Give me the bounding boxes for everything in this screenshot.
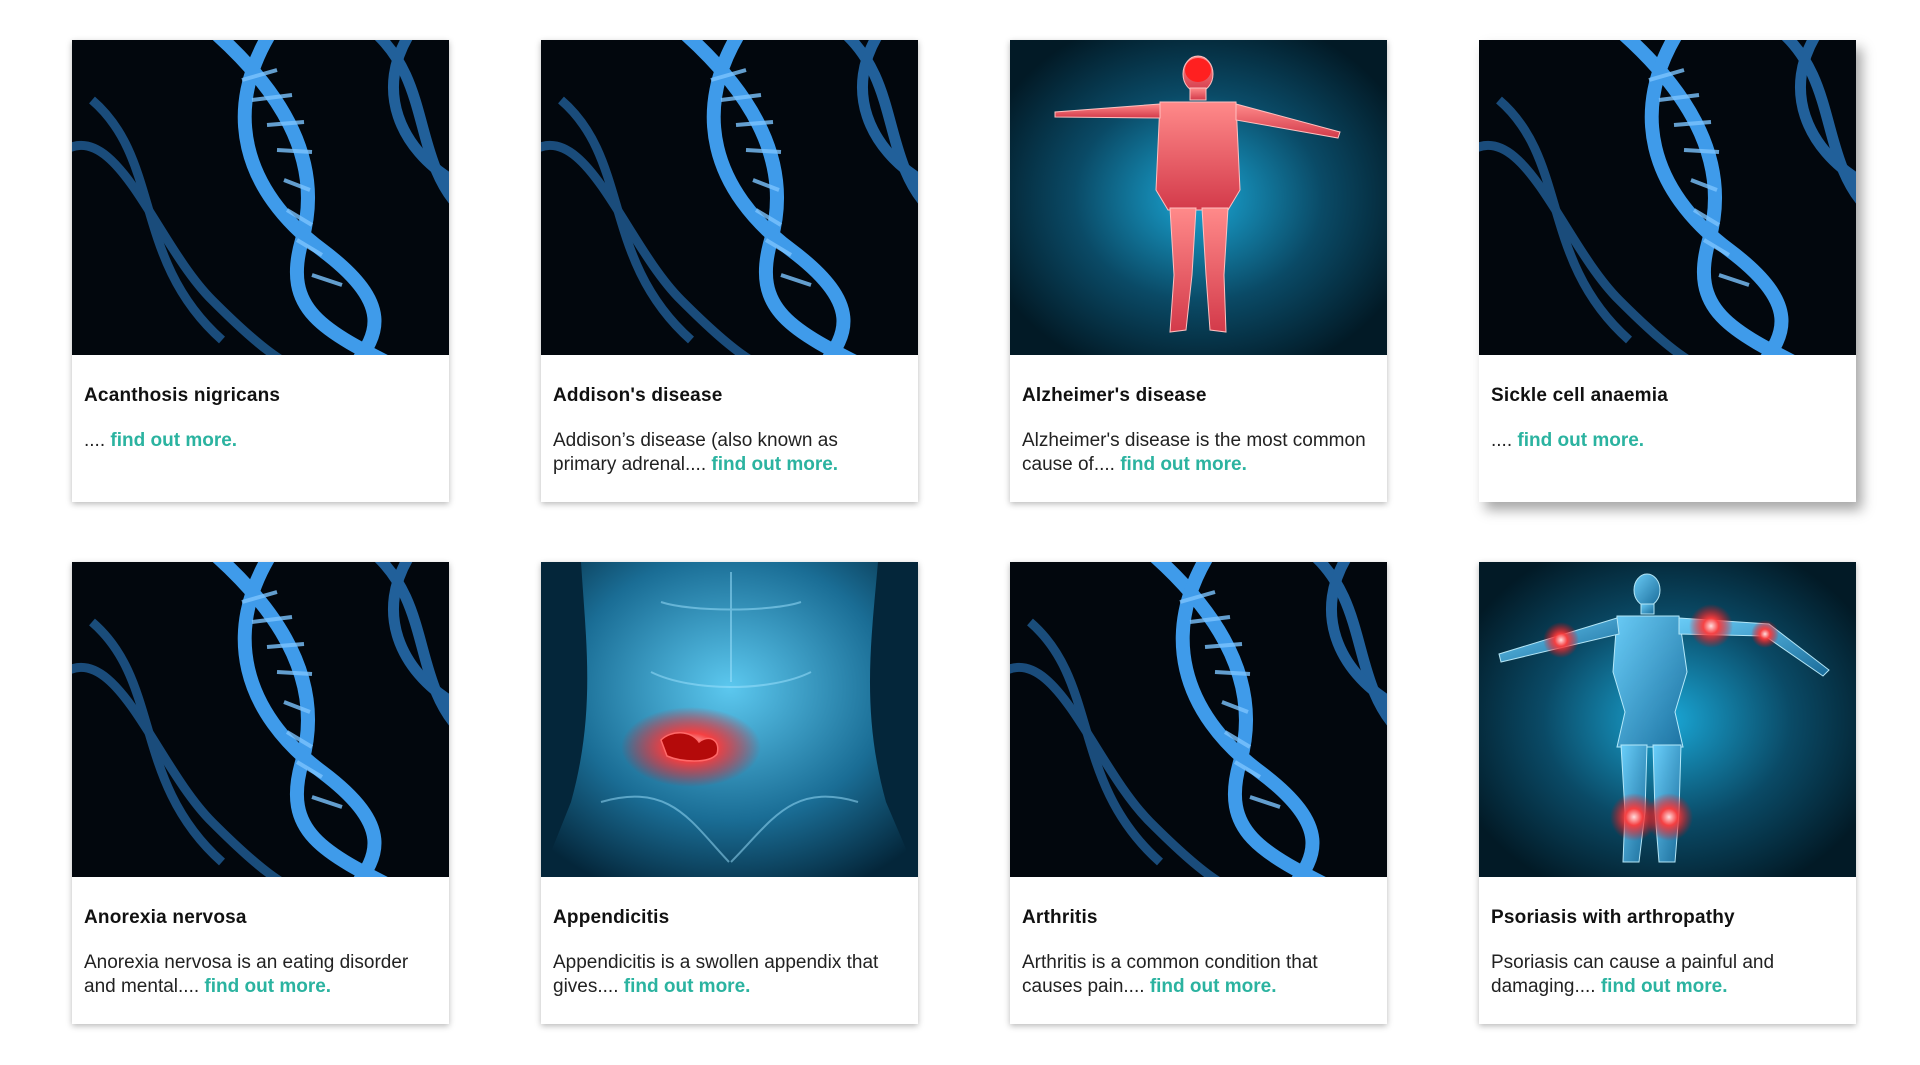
condition-card[interactable]: Psoriasis with arthropathy Psoriasis can…: [1479, 562, 1856, 1024]
condition-card[interactable]: Addison's disease Addison’s disease (als…: [541, 40, 918, 502]
card-body: Arthritis Arthritis is a common conditio…: [1010, 877, 1387, 999]
find-out-more-link[interactable]: find out more.: [711, 454, 838, 475]
card-excerpt: Alzheimer's disease is the most common c…: [1022, 430, 1366, 475]
card-body: Acanthosis nigricans .... find out more.: [72, 355, 449, 453]
card-excerpt: .... find out more.: [84, 430, 238, 451]
find-out-more-link[interactable]: find out more.: [110, 430, 237, 451]
abdomen-appendix-highlight-image[interactable]: [541, 562, 918, 877]
card-title: Sickle cell anaemia: [1491, 385, 1669, 406]
card-body: Sickle cell anaemia .... find out more.: [1479, 355, 1856, 453]
card-body: Appendicitis Appendicitis is a swollen a…: [541, 877, 918, 999]
dna-helix-image[interactable]: [1479, 40, 1856, 355]
condition-card[interactable]: Anorexia nervosa Anorexia nervosa is an …: [72, 562, 449, 1024]
card-body: Psoriasis with arthropathy Psoriasis can…: [1479, 877, 1856, 999]
condition-card[interactable]: Arthritis Arthritis is a common conditio…: [1010, 562, 1387, 1024]
condition-card-grid: Acanthosis nigricans .... find out more.: [72, 40, 1856, 1024]
card-title: Acanthosis nigricans: [84, 385, 281, 406]
find-out-more-link[interactable]: find out more.: [1601, 976, 1728, 997]
card-title: Addison's disease: [553, 385, 723, 406]
dna-helix-image[interactable]: [72, 562, 449, 877]
find-out-more-link[interactable]: find out more.: [1517, 430, 1644, 451]
find-out-more-link[interactable]: find out more.: [624, 976, 751, 997]
card-title: Alzheimer's disease: [1022, 385, 1207, 406]
dna-helix-image[interactable]: [72, 40, 449, 355]
dna-helix-image[interactable]: [541, 40, 918, 355]
condition-card[interactable]: Appendicitis Appendicitis is a swollen a…: [541, 562, 918, 1024]
card-excerpt: .... find out more.: [1491, 430, 1645, 451]
find-out-more-link[interactable]: find out more.: [204, 976, 331, 997]
find-out-more-link[interactable]: find out more.: [1120, 454, 1247, 475]
card-title: Psoriasis with arthropathy: [1491, 907, 1735, 928]
card-body: Alzheimer's disease Alzheimer's disease …: [1010, 355, 1387, 477]
condition-card[interactable]: Alzheimer's disease Alzheimer's disease …: [1010, 40, 1387, 502]
card-body: Anorexia nervosa Anorexia nervosa is an …: [72, 877, 449, 999]
find-out-more-link[interactable]: find out more.: [1150, 976, 1277, 997]
card-body: Addison's disease Addison’s disease (als…: [541, 355, 918, 477]
dna-helix-image[interactable]: [1010, 562, 1387, 877]
card-excerpt: Addison’s disease (also known as primary…: [553, 430, 839, 475]
card-title: Appendicitis: [553, 907, 670, 928]
card-excerpt: Arthritis is a common condition that cau…: [1022, 952, 1318, 997]
human-body-brain-highlight-image[interactable]: [1010, 40, 1387, 355]
card-excerpt: Psoriasis can cause a painful and damagi…: [1491, 952, 1775, 997]
card-excerpt: Appendicitis is a swollen appendix that …: [553, 952, 879, 997]
card-title: Arthritis: [1022, 907, 1098, 928]
condition-card[interactable]: Acanthosis nigricans .... find out more.: [72, 40, 449, 502]
human-body-joints-highlight-image[interactable]: [1479, 562, 1856, 877]
card-excerpt: Anorexia nervosa is an eating disorder a…: [84, 952, 409, 997]
card-title: Anorexia nervosa: [84, 907, 247, 928]
condition-card[interactable]: Sickle cell anaemia .... find out more.: [1479, 40, 1856, 502]
